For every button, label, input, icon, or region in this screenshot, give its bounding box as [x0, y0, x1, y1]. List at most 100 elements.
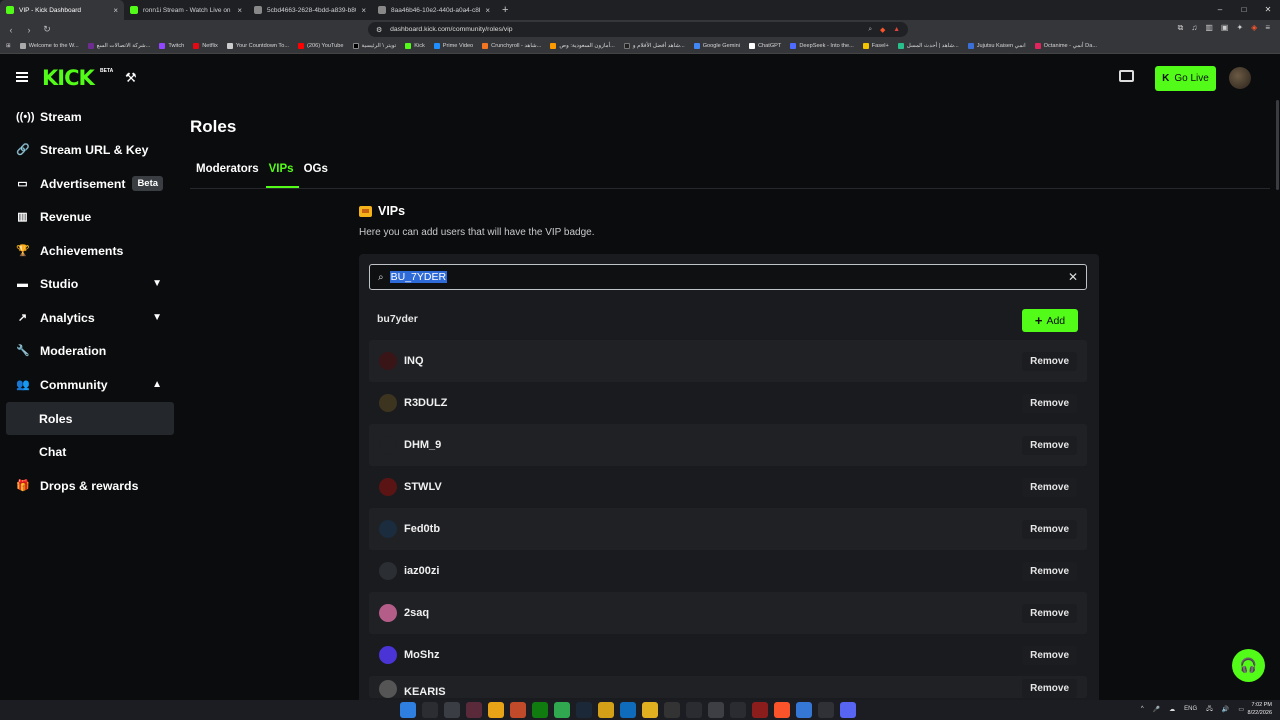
clear-search-icon[interactable]: ✕	[1068, 270, 1078, 284]
sidebar-item-chat[interactable]: Chat	[6, 435, 174, 468]
remove-button[interactable]: Remove	[1022, 393, 1077, 413]
bookmark-item[interactable]: Welcome to the W...	[19, 43, 79, 49]
app-icon[interactable]	[708, 702, 724, 718]
extensions-icon[interactable]: ⧉	[1178, 23, 1184, 33]
app-icon[interactable]	[598, 702, 614, 718]
language-indicator[interactable]: ENG	[1184, 706, 1197, 712]
vip-name[interactable]: KEARIS	[404, 686, 446, 698]
bookmark-item[interactable]: شاهد أفضل الأفلام و...	[623, 43, 685, 49]
battery-icon[interactable]: ▭	[1238, 706, 1244, 713]
sidebar-item-advertisement[interactable]: ▭ Advertisement Beta	[6, 167, 174, 200]
bookmark-item[interactable]: Fasel+	[862, 43, 889, 49]
vip-name[interactable]: INQ	[404, 355, 424, 367]
sidebar-item-revenue[interactable]: ▥ Revenue	[6, 200, 174, 233]
xbox-icon[interactable]	[532, 702, 548, 718]
page-scrollbar[interactable]	[1276, 100, 1279, 190]
bookmark-item[interactable]: شاهد | أحدث المسل...	[897, 43, 959, 49]
app-icon[interactable]	[752, 702, 768, 718]
discord-icon[interactable]	[840, 702, 856, 718]
hammer-icon[interactable]: ⚒	[125, 70, 137, 86]
app-icon[interactable]	[664, 702, 680, 718]
sidebar-item-moderation[interactable]: 🔧 Moderation	[6, 334, 174, 367]
vip-name[interactable]: 2saq	[404, 607, 429, 619]
remove-button[interactable]: Remove	[1022, 645, 1077, 665]
vip-name[interactable]: Fed0tb	[404, 523, 440, 535]
tab-vips[interactable]: VIPs	[269, 163, 304, 175]
close-tab-icon[interactable]: ×	[237, 6, 242, 15]
media-icon[interactable]: ♫	[1191, 23, 1197, 33]
sidebar-toggle-icon[interactable]: ▥	[1205, 23, 1213, 33]
hamburger-menu-icon[interactable]	[16, 72, 28, 82]
task-view-icon[interactable]	[444, 702, 460, 718]
search-icon[interactable]	[422, 702, 438, 718]
tab-ogs[interactable]: OGs	[304, 163, 338, 175]
tray-chevron-icon[interactable]: ^	[1141, 706, 1144, 712]
add-vip-button[interactable]: + Add	[1022, 309, 1078, 332]
maximize-icon[interactable]: □	[1232, 0, 1256, 20]
sidebar-item-achievements[interactable]: 🏆 Achievements	[6, 234, 174, 267]
vip-name[interactable]: DHM_9	[404, 439, 441, 451]
bookmark-item[interactable]: Your Countdown To...	[226, 43, 289, 49]
steam-icon[interactable]	[576, 702, 592, 718]
help-chat-button[interactable]: 🎧	[1232, 649, 1265, 682]
edge-icon[interactable]	[620, 702, 636, 718]
bookmark-item[interactable]: Kick	[405, 43, 425, 49]
vip-name[interactable]: STWLV	[404, 481, 442, 493]
reload-icon[interactable]: ↻	[42, 24, 52, 35]
bookmark-item[interactable]: Netflix	[193, 43, 218, 49]
file-explorer-icon[interactable]	[488, 702, 504, 718]
rewards-icon[interactable]: ▲	[893, 26, 900, 34]
tab-moderators[interactable]: Moderators	[196, 163, 269, 175]
bookmark-item[interactable]: Jujutsu Kaisen انمي	[967, 43, 1026, 49]
sidebar-item-stream[interactable]: ((•)) Stream	[6, 100, 174, 133]
remove-button[interactable]: Remove	[1022, 603, 1077, 623]
bookmark-item[interactable]: شركة الاتصالات السع...	[87, 43, 150, 49]
zoom-icon[interactable]: ⌕	[868, 26, 872, 34]
cloud-icon[interactable]: ☁	[1169, 706, 1175, 713]
kick-logo[interactable]: KICK	[42, 66, 95, 90]
bookmark-item[interactable]: Prime Video	[433, 43, 473, 49]
remove-button[interactable]: Remove	[1022, 351, 1077, 371]
remove-button[interactable]: Remove	[1022, 519, 1077, 539]
back-icon[interactable]: ‹	[6, 25, 16, 35]
bookmark-item[interactable]: Crunchyroll - شاهد...	[482, 43, 541, 49]
close-tab-icon[interactable]: ×	[485, 6, 490, 15]
vpn-icon[interactable]: ◈	[1251, 23, 1257, 33]
bookmark-item[interactable]: تويتر \ الرئيسية	[352, 43, 396, 49]
sidebar-item-studio[interactable]: ▬ Studio ▼	[6, 267, 174, 300]
bookmark-item[interactable]: Google Gemini	[693, 43, 740, 49]
vip-name[interactable]: iaz00zi	[404, 565, 439, 577]
go-live-button[interactable]: K Go Live	[1155, 66, 1216, 91]
vip-name[interactable]: R3DULZ	[404, 397, 447, 409]
search-input[interactable]: BU_7YDER	[389, 271, 448, 283]
bookmark-item[interactable]: Twitch	[159, 43, 184, 49]
avatar[interactable]	[1229, 67, 1251, 89]
leo-icon[interactable]: ✦	[1236, 23, 1243, 33]
wallet-icon[interactable]: ▣	[1221, 23, 1229, 33]
app-icon[interactable]	[510, 702, 526, 718]
windows-start-icon[interactable]	[400, 702, 416, 718]
sidebar-item-stream-url-key[interactable]: 🔗 Stream URL & Key	[6, 133, 174, 166]
menu-icon[interactable]: ≡	[1265, 23, 1270, 33]
browser-tab[interactable]: ronn1i Stream - Watch Live on Kick ×	[124, 0, 248, 20]
forward-icon[interactable]: ›	[24, 25, 34, 35]
bookmark-item[interactable]: أمازون السعودية: وص...	[550, 43, 615, 49]
bookmark-item[interactable]: Octanime - أنمي Da...	[1034, 43, 1097, 49]
close-window-icon[interactable]: ✕	[1256, 0, 1280, 20]
site-info-icon[interactable]: ⚙	[376, 26, 382, 34]
volume-icon[interactable]: 🔊	[1222, 706, 1229, 713]
search-field[interactable]: ⌕ BU_7YDER ✕	[369, 264, 1087, 290]
mic-icon[interactable]: 🎤	[1153, 706, 1160, 713]
url-field[interactable]: ⚙ dashboard.kick.com/community/roles/vip…	[368, 22, 908, 37]
new-tab-button[interactable]: +	[502, 4, 508, 16]
network-icon[interactable]: 🖧	[1206, 704, 1213, 714]
brave-shield-icon[interactable]: ◆	[880, 26, 885, 34]
app-icon[interactable]	[466, 702, 482, 718]
sidebar-item-drops-rewards[interactable]: 🎁 Drops & rewards	[6, 469, 174, 502]
apps-grid-icon[interactable]: ⊞	[6, 43, 11, 49]
chrome-icon[interactable]	[554, 702, 570, 718]
sidebar-item-community[interactable]: 👥 Community ▲	[6, 368, 174, 401]
minimize-icon[interactable]: –	[1208, 0, 1232, 20]
app-icon[interactable]	[796, 702, 812, 718]
brave-icon[interactable]	[774, 702, 790, 718]
